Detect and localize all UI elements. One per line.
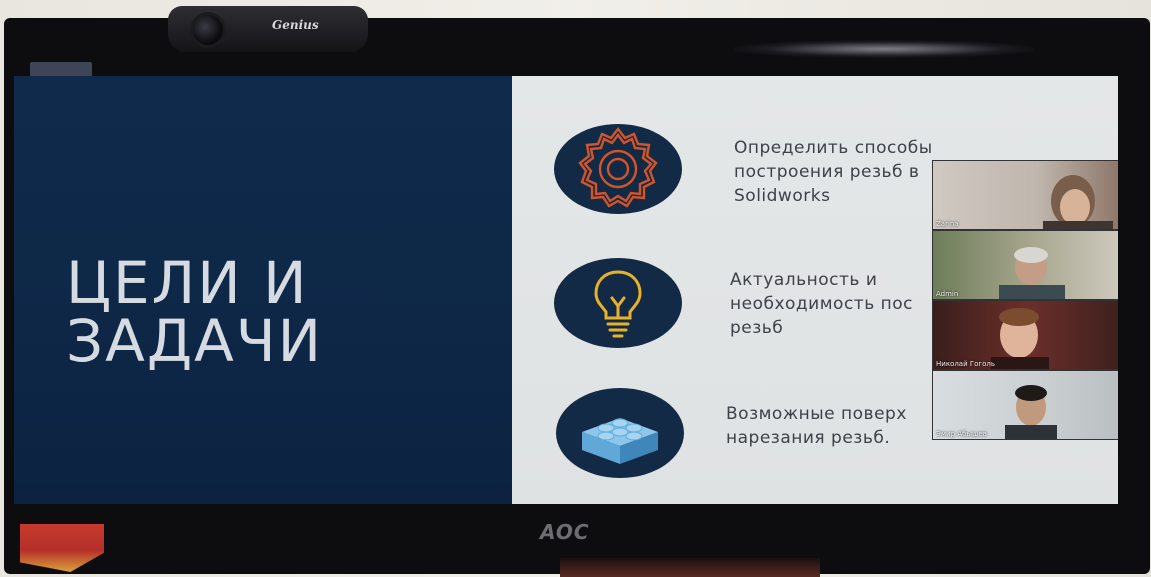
webcam-lens-icon bbox=[190, 12, 226, 48]
webcam-brand: Genius bbox=[272, 18, 319, 32]
participant-4-video bbox=[1005, 385, 1057, 439]
goal-3-text: Возможные поверх нарезания резьб. bbox=[726, 404, 907, 448]
participant-tile-2[interactable]: Admin bbox=[932, 230, 1118, 300]
participant-name: Admin bbox=[936, 290, 959, 298]
screen: ЦЕЛИ И ЗАДАЧИ Определить способы построе… bbox=[14, 76, 1118, 504]
bezel-reflection bbox=[734, 40, 1034, 58]
goal-3-icon-circle bbox=[556, 388, 684, 478]
monitor-brand: AOC bbox=[540, 520, 590, 544]
participant-2-video bbox=[999, 247, 1065, 299]
participant-tiles: Zarina Admin Николай Гоголь Эмир Абышев bbox=[932, 160, 1118, 440]
webcam: Genius bbox=[168, 6, 368, 52]
goal-1-text: Определить способы построения резьб в So… bbox=[734, 138, 933, 206]
lego-brick-icon bbox=[582, 418, 658, 464]
participant-tile-4[interactable]: Эмир Абышев bbox=[932, 370, 1118, 440]
goal-1-icon-circle bbox=[554, 124, 682, 214]
participant-3-video bbox=[991, 308, 1049, 369]
participant-1-video bbox=[1043, 175, 1113, 229]
goal-2-icon-circle bbox=[554, 258, 682, 348]
slide-left-panel: ЦЕЛИ И ЗАДАЧИ bbox=[14, 76, 524, 504]
participant-tile-3[interactable]: Николай Гоголь bbox=[932, 300, 1118, 370]
slide-title-line-2: ЗАДАЧИ bbox=[66, 307, 323, 375]
monitor-stand bbox=[560, 558, 820, 577]
goal-2-text: Актуальность и необходимость пос резьб bbox=[730, 270, 913, 338]
participant-name: Zarina bbox=[936, 220, 959, 228]
gear-icon bbox=[578, 127, 658, 208]
slide-title: ЦЕЛИ И ЗАДАЧИ bbox=[66, 254, 506, 370]
participant-tile-1[interactable]: Zarina bbox=[932, 160, 1118, 230]
slide-title-line-1: ЦЕЛИ И bbox=[66, 249, 309, 317]
participant-name: Эмир Абышев bbox=[936, 430, 987, 438]
lightbulb-icon bbox=[594, 270, 642, 338]
participant-name: Николай Гоголь bbox=[936, 360, 995, 368]
